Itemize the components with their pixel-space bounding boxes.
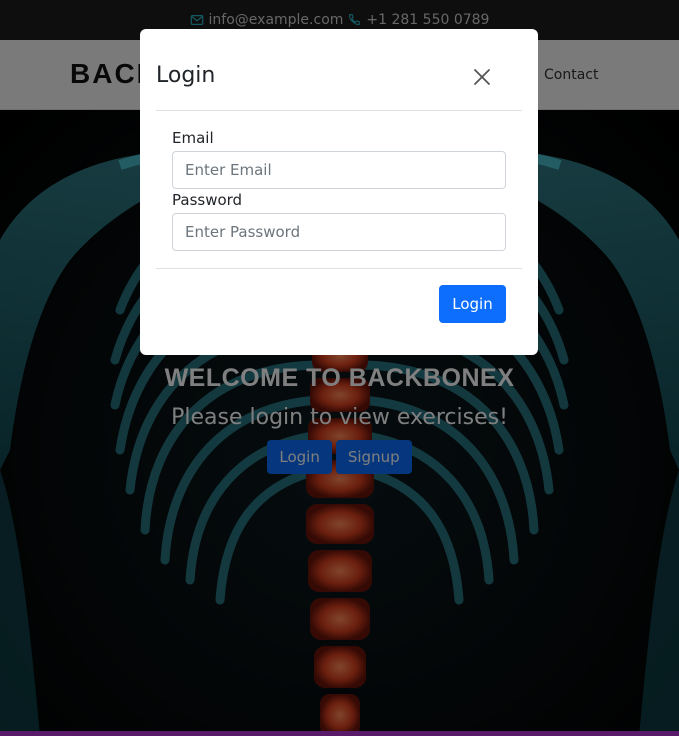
modal-title: Login [156,63,216,88]
email-field[interactable] [172,151,506,189]
password-field[interactable] [172,213,506,251]
login-modal: Login Email Password Login [140,29,538,355]
close-icon[interactable] [472,67,492,87]
password-label: Password [172,191,243,209]
email-label: Email [172,129,214,147]
modal-body: Email Password [172,129,506,251]
bottom-edge-strip [0,731,679,736]
modal-footer-divider [156,268,522,269]
login-submit-button[interactable]: Login [439,285,506,323]
